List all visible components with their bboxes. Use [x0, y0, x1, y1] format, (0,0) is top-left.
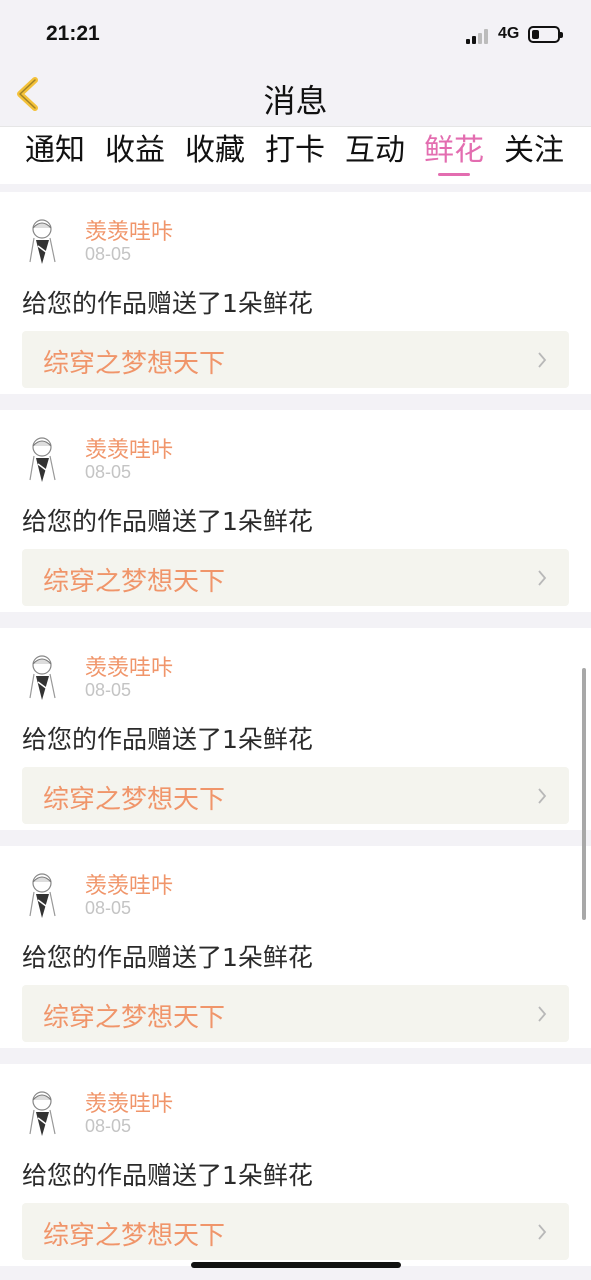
work-title: 综穿之梦想天下 — [43, 1003, 226, 1033]
tab-interaction[interactable]: 互动 — [340, 131, 410, 171]
message-card: 羡羡哇咔 08-05 给您的作品赠送了1朵鲜花 综穿之梦想天下 — [0, 410, 591, 612]
work-title: 综穿之梦想天下 — [43, 567, 226, 597]
work-link[interactable]: 综穿之梦想天下 — [22, 549, 569, 606]
avatar[interactable] — [22, 870, 62, 920]
nav-bar: 消息 — [0, 64, 591, 126]
message-date: 08-05 — [85, 898, 132, 918]
tab-checkin[interactable]: 打卡 — [260, 131, 330, 171]
avatar[interactable] — [22, 216, 62, 266]
network-type: 4G — [498, 25, 520, 42]
avatar[interactable] — [22, 434, 62, 484]
tab-following[interactable]: 关注 — [499, 131, 569, 171]
work-link[interactable]: 综穿之梦想天下 — [22, 767, 569, 824]
message-card: 羡羡哇咔 08-05 给您的作品赠送了1朵鲜花 综穿之梦想天下 — [0, 1064, 591, 1266]
tab-bar: 通知 收益 收藏 打卡 互动 鲜花 关注 — [0, 126, 591, 184]
message-text: 给您的作品赠送了1朵鲜花 — [22, 507, 313, 536]
username[interactable]: 羡羡哇咔 — [85, 432, 173, 464]
work-link[interactable]: 综穿之梦想天下 — [22, 331, 569, 388]
message-date: 08-05 — [85, 1116, 132, 1136]
tab-notification[interactable]: 通知 — [20, 131, 90, 171]
tab-earnings[interactable]: 收益 — [100, 131, 170, 171]
username[interactable]: 羡羡哇咔 — [85, 650, 173, 682]
work-link[interactable]: 综穿之梦想天下 — [22, 985, 569, 1042]
message-text: 给您的作品赠送了1朵鲜花 — [22, 725, 313, 754]
work-title: 综穿之梦想天下 — [43, 785, 226, 815]
message-text: 给您的作品赠送了1朵鲜花 — [22, 943, 313, 972]
avatar[interactable] — [22, 1088, 62, 1138]
avatar[interactable] — [22, 652, 62, 702]
work-title: 综穿之梦想天下 — [43, 1221, 226, 1251]
scrollbar[interactable] — [582, 668, 586, 920]
message-date: 08-05 — [85, 244, 132, 264]
work-title: 综穿之梦想天下 — [43, 349, 226, 379]
username[interactable]: 羡羡哇咔 — [85, 1086, 173, 1118]
signal-icon — [466, 28, 492, 44]
screen: 21:21 4G 消息 通知 收益 收藏 打卡 互动 鲜花 关注 羡羡哇咔 08… — [0, 0, 591, 1280]
username[interactable]: 羡羡哇咔 — [85, 214, 173, 246]
work-link[interactable]: 综穿之梦想天下 — [22, 1203, 569, 1260]
chevron-right-icon — [538, 788, 547, 804]
chevron-right-icon — [538, 1006, 547, 1022]
chevron-right-icon — [538, 1224, 547, 1240]
message-date: 08-05 — [85, 680, 132, 700]
active-tab-indicator — [438, 173, 470, 176]
home-indicator[interactable] — [191, 1262, 401, 1268]
status-bar: 21:21 4G — [0, 0, 591, 64]
message-text: 给您的作品赠送了1朵鲜花 — [22, 289, 313, 318]
tab-flowers[interactable]: 鲜花 — [419, 131, 489, 171]
page-title: 消息 — [263, 82, 328, 120]
tab-favorites[interactable]: 收藏 — [180, 131, 250, 171]
chevron-right-icon — [538, 570, 547, 586]
message-date: 08-05 — [85, 462, 132, 482]
battery-icon — [528, 26, 563, 43]
status-time: 21:21 — [46, 22, 100, 45]
message-card: 羡羡哇咔 08-05 给您的作品赠送了1朵鲜花 综穿之梦想天下 — [0, 846, 591, 1048]
message-card: 羡羡哇咔 08-05 给您的作品赠送了1朵鲜花 综穿之梦想天下 — [0, 628, 591, 830]
message-card: 羡羡哇咔 08-05 给您的作品赠送了1朵鲜花 综穿之梦想天下 — [0, 192, 591, 394]
chevron-right-icon — [538, 352, 547, 368]
username[interactable]: 羡羡哇咔 — [85, 868, 173, 900]
message-text: 给您的作品赠送了1朵鲜花 — [22, 1161, 313, 1190]
